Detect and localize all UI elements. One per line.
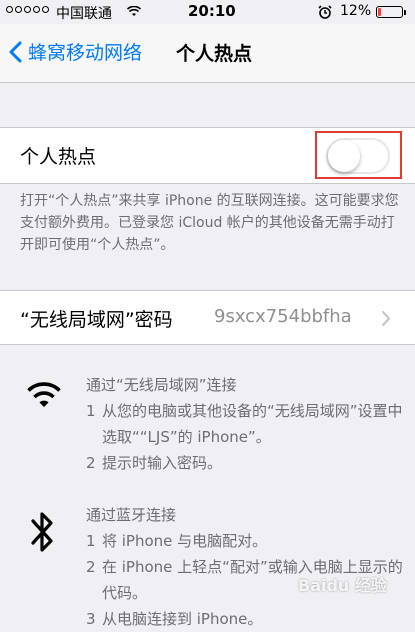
battery-percent: 12% xyxy=(340,3,372,19)
back-button-label: 蜂窝移动网络 xyxy=(28,42,143,64)
list-item: 1 从您的电脑或其他设备的“无线局域网”设置中选取““LJS”的 iPhone”… xyxy=(86,402,403,446)
wifi-password-value: 9sxcx754bbfha xyxy=(214,306,352,327)
wifi-password-cell[interactable]: “无线局域网”密码 9sxcx754bbfha xyxy=(0,290,415,345)
bluetooth-instructions: 通过蓝牙连接 1 将 iPhone 与电脑配对。 2 在 iPhone 上轻点“… xyxy=(86,502,406,632)
signal-strength-icon xyxy=(6,6,49,13)
list-item: 3 从电脑连接到 iPhone。 xyxy=(86,610,263,628)
watermark: Baidu 经验 xyxy=(298,576,387,595)
chevron-left-icon xyxy=(9,41,22,62)
clock: 20:10 xyxy=(188,2,236,20)
chevron-right-icon xyxy=(381,310,391,327)
wifi-icon xyxy=(127,6,141,16)
wifi-instructions: 通过“无线局域网”连接 1 从您的电脑或其他设备的“无线局域网”设置中选取““L… xyxy=(86,372,406,476)
alarm-icon xyxy=(318,5,332,19)
battery-icon xyxy=(376,6,406,18)
carrier-name: 中国联通 xyxy=(56,6,112,22)
annotation-highlight-box xyxy=(315,131,402,179)
status-bar: 中国联通 20:10 12% xyxy=(0,0,415,24)
page-title: 个人热点 xyxy=(176,43,253,65)
list-item: 1 将 iPhone 与电脑配对。 xyxy=(86,532,268,550)
bluetooth-instructions-heading: 通过蓝牙连接 xyxy=(86,506,177,524)
list-item: 2 提示时输入密码。 xyxy=(86,454,223,472)
back-button[interactable]: 蜂窝移动网络 xyxy=(8,38,142,65)
wifi-password-label: “无线局域网”密码 xyxy=(20,309,173,331)
navigation-bar: 蜂窝移动网络 个人热点 xyxy=(0,24,415,83)
bluetooth-icon xyxy=(31,512,53,552)
hotspot-description: 打开“个人热点”来共享 iPhone 的互联网连接。这可能要求您支付额外费用。已… xyxy=(20,193,399,253)
hotspot-label: 个人热点 xyxy=(20,146,97,168)
wifi-instructions-heading: 通过“无线局域网”连接 xyxy=(86,376,237,394)
wifi-icon xyxy=(27,382,61,407)
